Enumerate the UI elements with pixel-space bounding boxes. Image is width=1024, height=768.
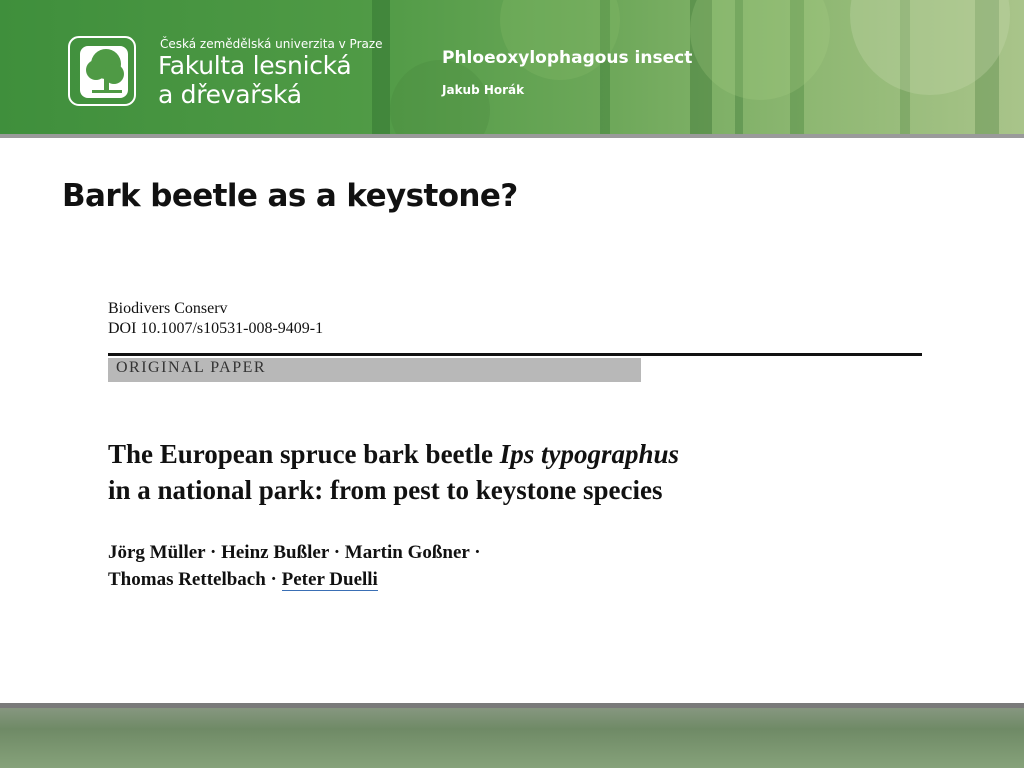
paper-authors: Jörg Müller · Heinz Bußler · Martin Goßn… [108,539,481,593]
section-band [108,358,641,382]
university-name: Česká zemědělská univerzita v Praze [160,37,383,51]
header-divider [0,134,1024,138]
author-link-peter-duelli[interactable]: Peter Duelli [281,569,378,591]
section-label: ORIGINAL PAPER [116,359,267,376]
course-title: Phloeoxylophagous insect [442,48,693,68]
presenter-name: Jakub Horák [442,83,525,97]
header-banner: Česká zemědělská univerzita v Praze Faku… [0,0,1024,138]
faculty-name-line2: a dřevařská [158,80,302,109]
paper-title-species: Ips typographus [499,439,680,469]
paper-title: The European spruce bark beetle Ips typo… [108,436,679,508]
forest-background [372,0,1010,138]
authors-line2: Thomas Rettelbach · [108,569,282,590]
authors-line1: Jörg Müller · Heinz Bußler · Martin Goßn… [108,542,481,563]
faculty-name-line1: Fakulta lesnická [158,51,352,80]
slide-title: Bark beetle as a keystone? [62,178,518,214]
footer-band [0,703,1024,768]
footer-divider [0,703,1024,708]
journal-name: Biodivers Conserv [108,300,228,317]
paper-title-part1: The European spruce bark beetle [108,439,500,469]
paper-title-line2: in a national park: from pest to keyston… [108,475,663,505]
paper-doi: DOI 10.1007/s10531-008-9409-1 [108,320,324,337]
tree-logo-icon [68,36,136,106]
paper-rule [108,353,922,356]
